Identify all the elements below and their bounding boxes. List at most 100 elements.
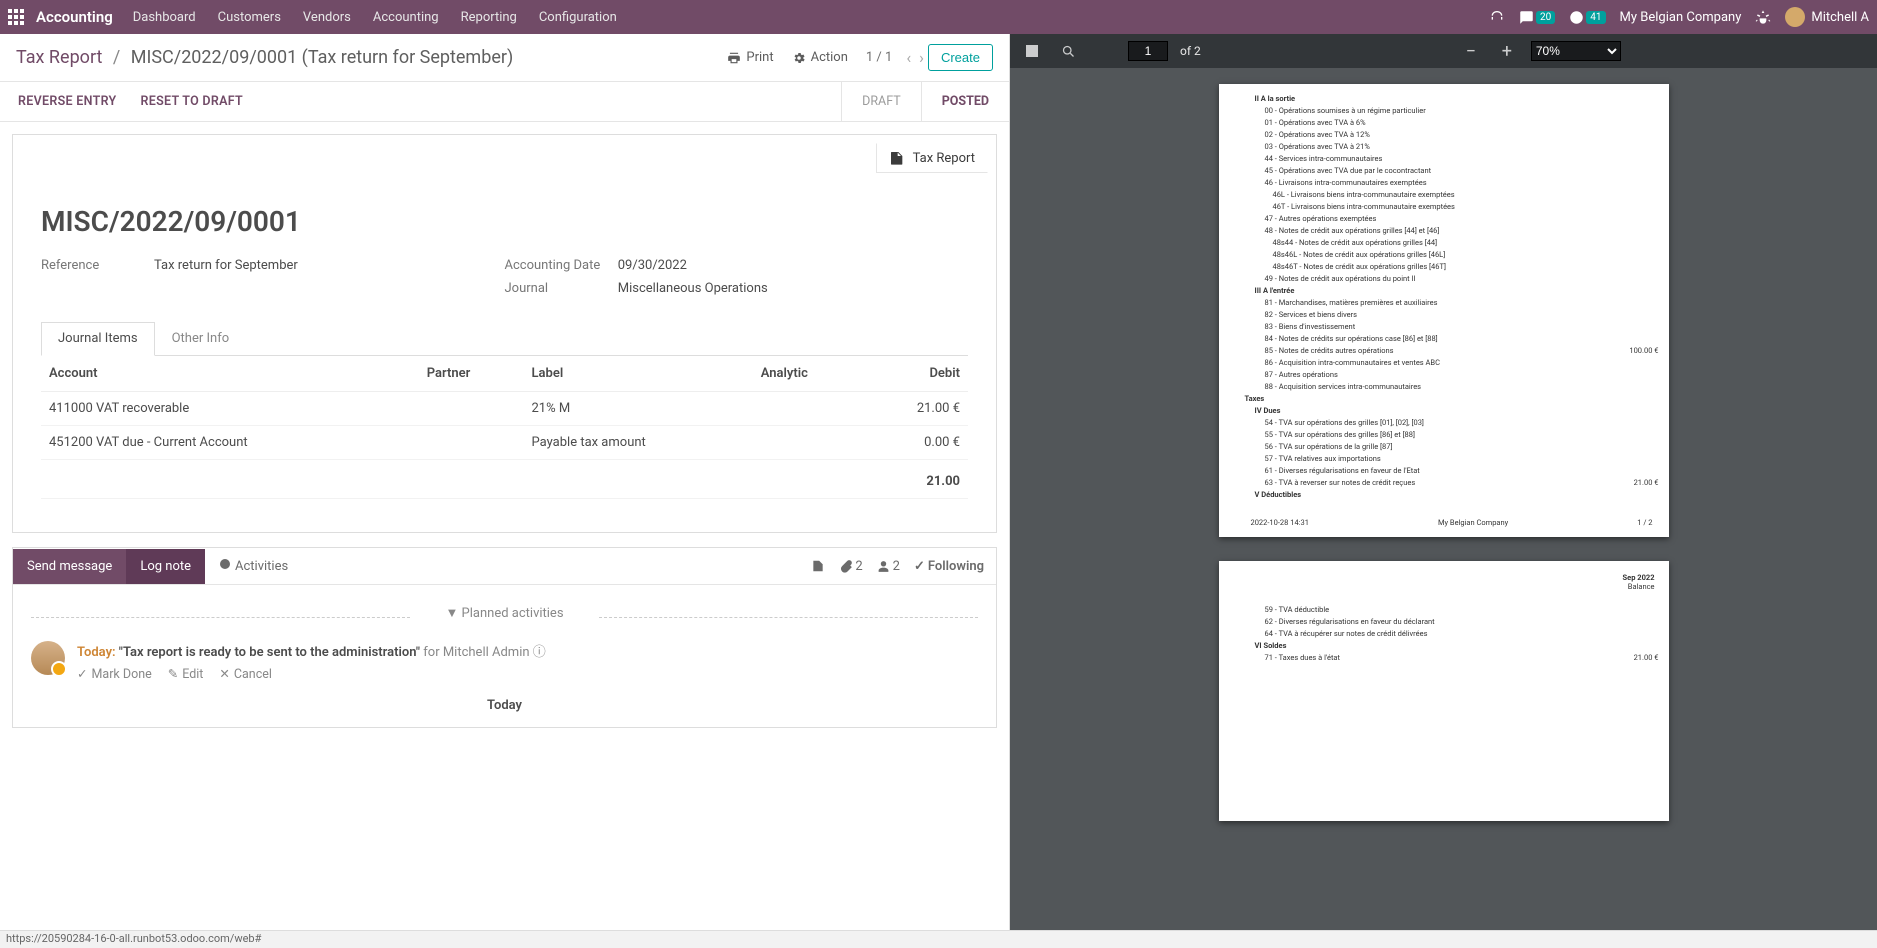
sidebar-toggle-icon[interactable] [1020, 39, 1044, 63]
breadcrumb-root[interactable]: Tax Report [16, 47, 102, 68]
debug-icon[interactable] [1755, 9, 1771, 25]
col-debit[interactable]: Debit [864, 356, 968, 392]
pdf-page-input[interactable] [1128, 41, 1168, 61]
nav-vendors[interactable]: Vendors [303, 10, 351, 25]
chatter-book-icon[interactable] [811, 559, 825, 573]
pdf-line: IV Dues [1245, 404, 1659, 416]
pdf-line: 86 - Acquisition intra-communautaires et… [1245, 356, 1659, 368]
activity-date: Today: [77, 645, 116, 660]
pager-next[interactable]: › [915, 48, 928, 67]
pdf-footer-pageno: 1 / 2 [1637, 518, 1652, 527]
col-partner[interactable]: Partner [419, 356, 524, 392]
nav-reporting[interactable]: Reporting [461, 10, 517, 25]
print-button[interactable]: Print [727, 50, 773, 65]
pdf-line: 47 - Autres opérations exemptées [1245, 212, 1659, 224]
pdf-line: 56 - TVA sur opérations de la grille [87… [1245, 440, 1659, 452]
create-button[interactable]: Create [928, 44, 993, 71]
cancel-activity-button[interactable]: ✕ Cancel [219, 666, 272, 682]
pdf-footer-company: My Belgian Company [1309, 518, 1637, 527]
reference-value: Tax return for September [154, 258, 298, 273]
send-message-button[interactable]: Send message [13, 549, 126, 584]
pdf-line: 84 - Notes de crédits sur opérations cas… [1245, 332, 1659, 344]
nav-configuration[interactable]: Configuration [539, 10, 617, 25]
top-nav: Accounting Dashboard Customers Vendors A… [0, 0, 1877, 34]
form-sheet: Tax Report MISC/2022/09/0001 Reference T… [12, 134, 997, 533]
status-url: https://20590284-16-0-all.runbot53.odoo.… [0, 930, 1877, 948]
activities-button[interactable]: Activities [205, 548, 302, 584]
col-analytic[interactable]: Analytic [753, 356, 864, 392]
mark-done-button[interactable]: ✓ Mark Done [77, 666, 152, 682]
table-row[interactable]: 411000 VAT recoverable 21% M 21.00 € [41, 392, 968, 426]
activities-badge: 41 [1586, 11, 1605, 24]
user-menu[interactable]: Mitchell A [1785, 7, 1869, 27]
pdf-viewer: of 2 − + 70% II A la sortie00 - Opératio… [1010, 34, 1877, 930]
messaging-icon[interactable]: 20 [1519, 10, 1555, 25]
voip-icon[interactable] [1489, 9, 1505, 25]
control-bar: Tax Report / MISC/2022/09/0001 (Tax retu… [0, 34, 1009, 82]
pdf-toolbar: of 2 − + 70% [1010, 34, 1877, 68]
nav-customers[interactable]: Customers [218, 10, 281, 25]
reset-to-draft-button[interactable]: RESET TO DRAFT [141, 94, 244, 109]
reference-label: Reference [41, 258, 151, 273]
pdf-line: 48s46T - Notes de crédit aux opérations … [1245, 260, 1659, 272]
reverse-entry-button[interactable]: REVERSE ENTRY [18, 94, 117, 109]
col-account[interactable]: Account [41, 356, 419, 392]
tab-journal-items[interactable]: Journal Items [41, 322, 155, 356]
messages-badge: 20 [1536, 11, 1555, 24]
nav-dashboard[interactable]: Dashboard [133, 10, 196, 25]
info-icon[interactable]: ⓘ [533, 645, 546, 660]
log-note-button[interactable]: Log note [126, 549, 205, 584]
pdf-line: 46L - Livraisons biens intra-communautai… [1245, 188, 1659, 200]
pdf2-balance: Balance [1623, 582, 1655, 591]
pdf-line: 44 - Services intra-communautaires [1245, 152, 1659, 164]
pdf-line: 45 - Opérations avec TVA due par le coco… [1245, 164, 1659, 176]
today-divider: Today [31, 688, 978, 713]
pdf-line: 57 - TVA relatives aux importations [1245, 452, 1659, 464]
tab-other-info[interactable]: Other Info [155, 322, 247, 355]
col-label[interactable]: Label [524, 356, 753, 392]
zoom-in-icon[interactable]: + [1495, 39, 1519, 63]
zoom-select[interactable]: 70% [1531, 41, 1621, 61]
nav-accounting[interactable]: Accounting [373, 10, 439, 25]
app-brand[interactable]: Accounting [36, 8, 113, 26]
status-bar: REVERSE ENTRY RESET TO DRAFT DRAFT POSTE… [0, 82, 1009, 122]
user-name: Mitchell A [1811, 10, 1869, 25]
journal-label: Journal [505, 281, 615, 296]
pdf-line: 48s46L - Notes de crédit aux opérations … [1245, 248, 1659, 260]
apps-icon[interactable] [8, 9, 24, 25]
edit-activity-button[interactable]: ✎ Edit [168, 666, 204, 682]
pdf-line: 02 - Opérations avec TVA à 12% [1245, 128, 1659, 140]
zoom-out-icon[interactable]: − [1459, 39, 1483, 63]
pdf-line: 64 - TVA à récupérer sur notes de crédit… [1245, 627, 1659, 639]
pdf-line: 49 - Notes de crédit aux opérations du p… [1245, 272, 1659, 284]
attachments-count[interactable]: 2 [839, 559, 862, 574]
breadcrumb: Tax Report / MISC/2022/09/0001 (Tax retu… [16, 47, 513, 68]
journal-value: Miscellaneous Operations [618, 281, 768, 296]
pager: 1 / 1 [866, 50, 892, 65]
breadcrumb-current: MISC/2022/09/0001 (Tax return for Septem… [131, 47, 513, 68]
followers-count[interactable]: 2 [877, 559, 900, 574]
pager-prev[interactable]: ‹ [902, 48, 915, 67]
following-button[interactable]: ✓ Following [914, 559, 984, 574]
search-icon[interactable] [1056, 39, 1080, 63]
action-button[interactable]: Action [792, 50, 848, 65]
company-switcher[interactable]: My Belgian Company [1620, 10, 1742, 25]
pdf-line: 48s44 - Notes de crédit aux opérations g… [1245, 236, 1659, 248]
pdf-line: 82 - Services et biens divers [1245, 308, 1659, 320]
tax-report-stat-button[interactable]: Tax Report [876, 143, 988, 173]
status-draft[interactable]: DRAFT [841, 82, 921, 121]
pdf-line: 87 - Autres opérations [1245, 368, 1659, 380]
pdf-page-2: Sep 2022 Balance 59 - TVA déductible62 -… [1219, 561, 1669, 821]
pdf-line: 61 - Diverses régularisations en faveur … [1245, 464, 1659, 476]
pdf-line: Taxes [1245, 392, 1659, 404]
pdf-line: 59 - TVA déductible [1245, 603, 1659, 615]
horizontal-scrollbar[interactable] [41, 517, 968, 518]
planned-activities-header[interactable]: ▼ Planned activities [31, 599, 978, 635]
pdf-line: VI Soldes [1245, 639, 1659, 651]
avatar [1785, 7, 1805, 27]
pdf-line: 48 - Notes de crédit aux opérations gril… [1245, 224, 1659, 236]
pdf-line: II A la sortie [1245, 92, 1659, 104]
table-row[interactable]: 451200 VAT due - Current Account Payable… [41, 426, 968, 460]
status-posted[interactable]: POSTED [921, 82, 1009, 121]
activities-icon[interactable]: 41 [1569, 10, 1605, 25]
